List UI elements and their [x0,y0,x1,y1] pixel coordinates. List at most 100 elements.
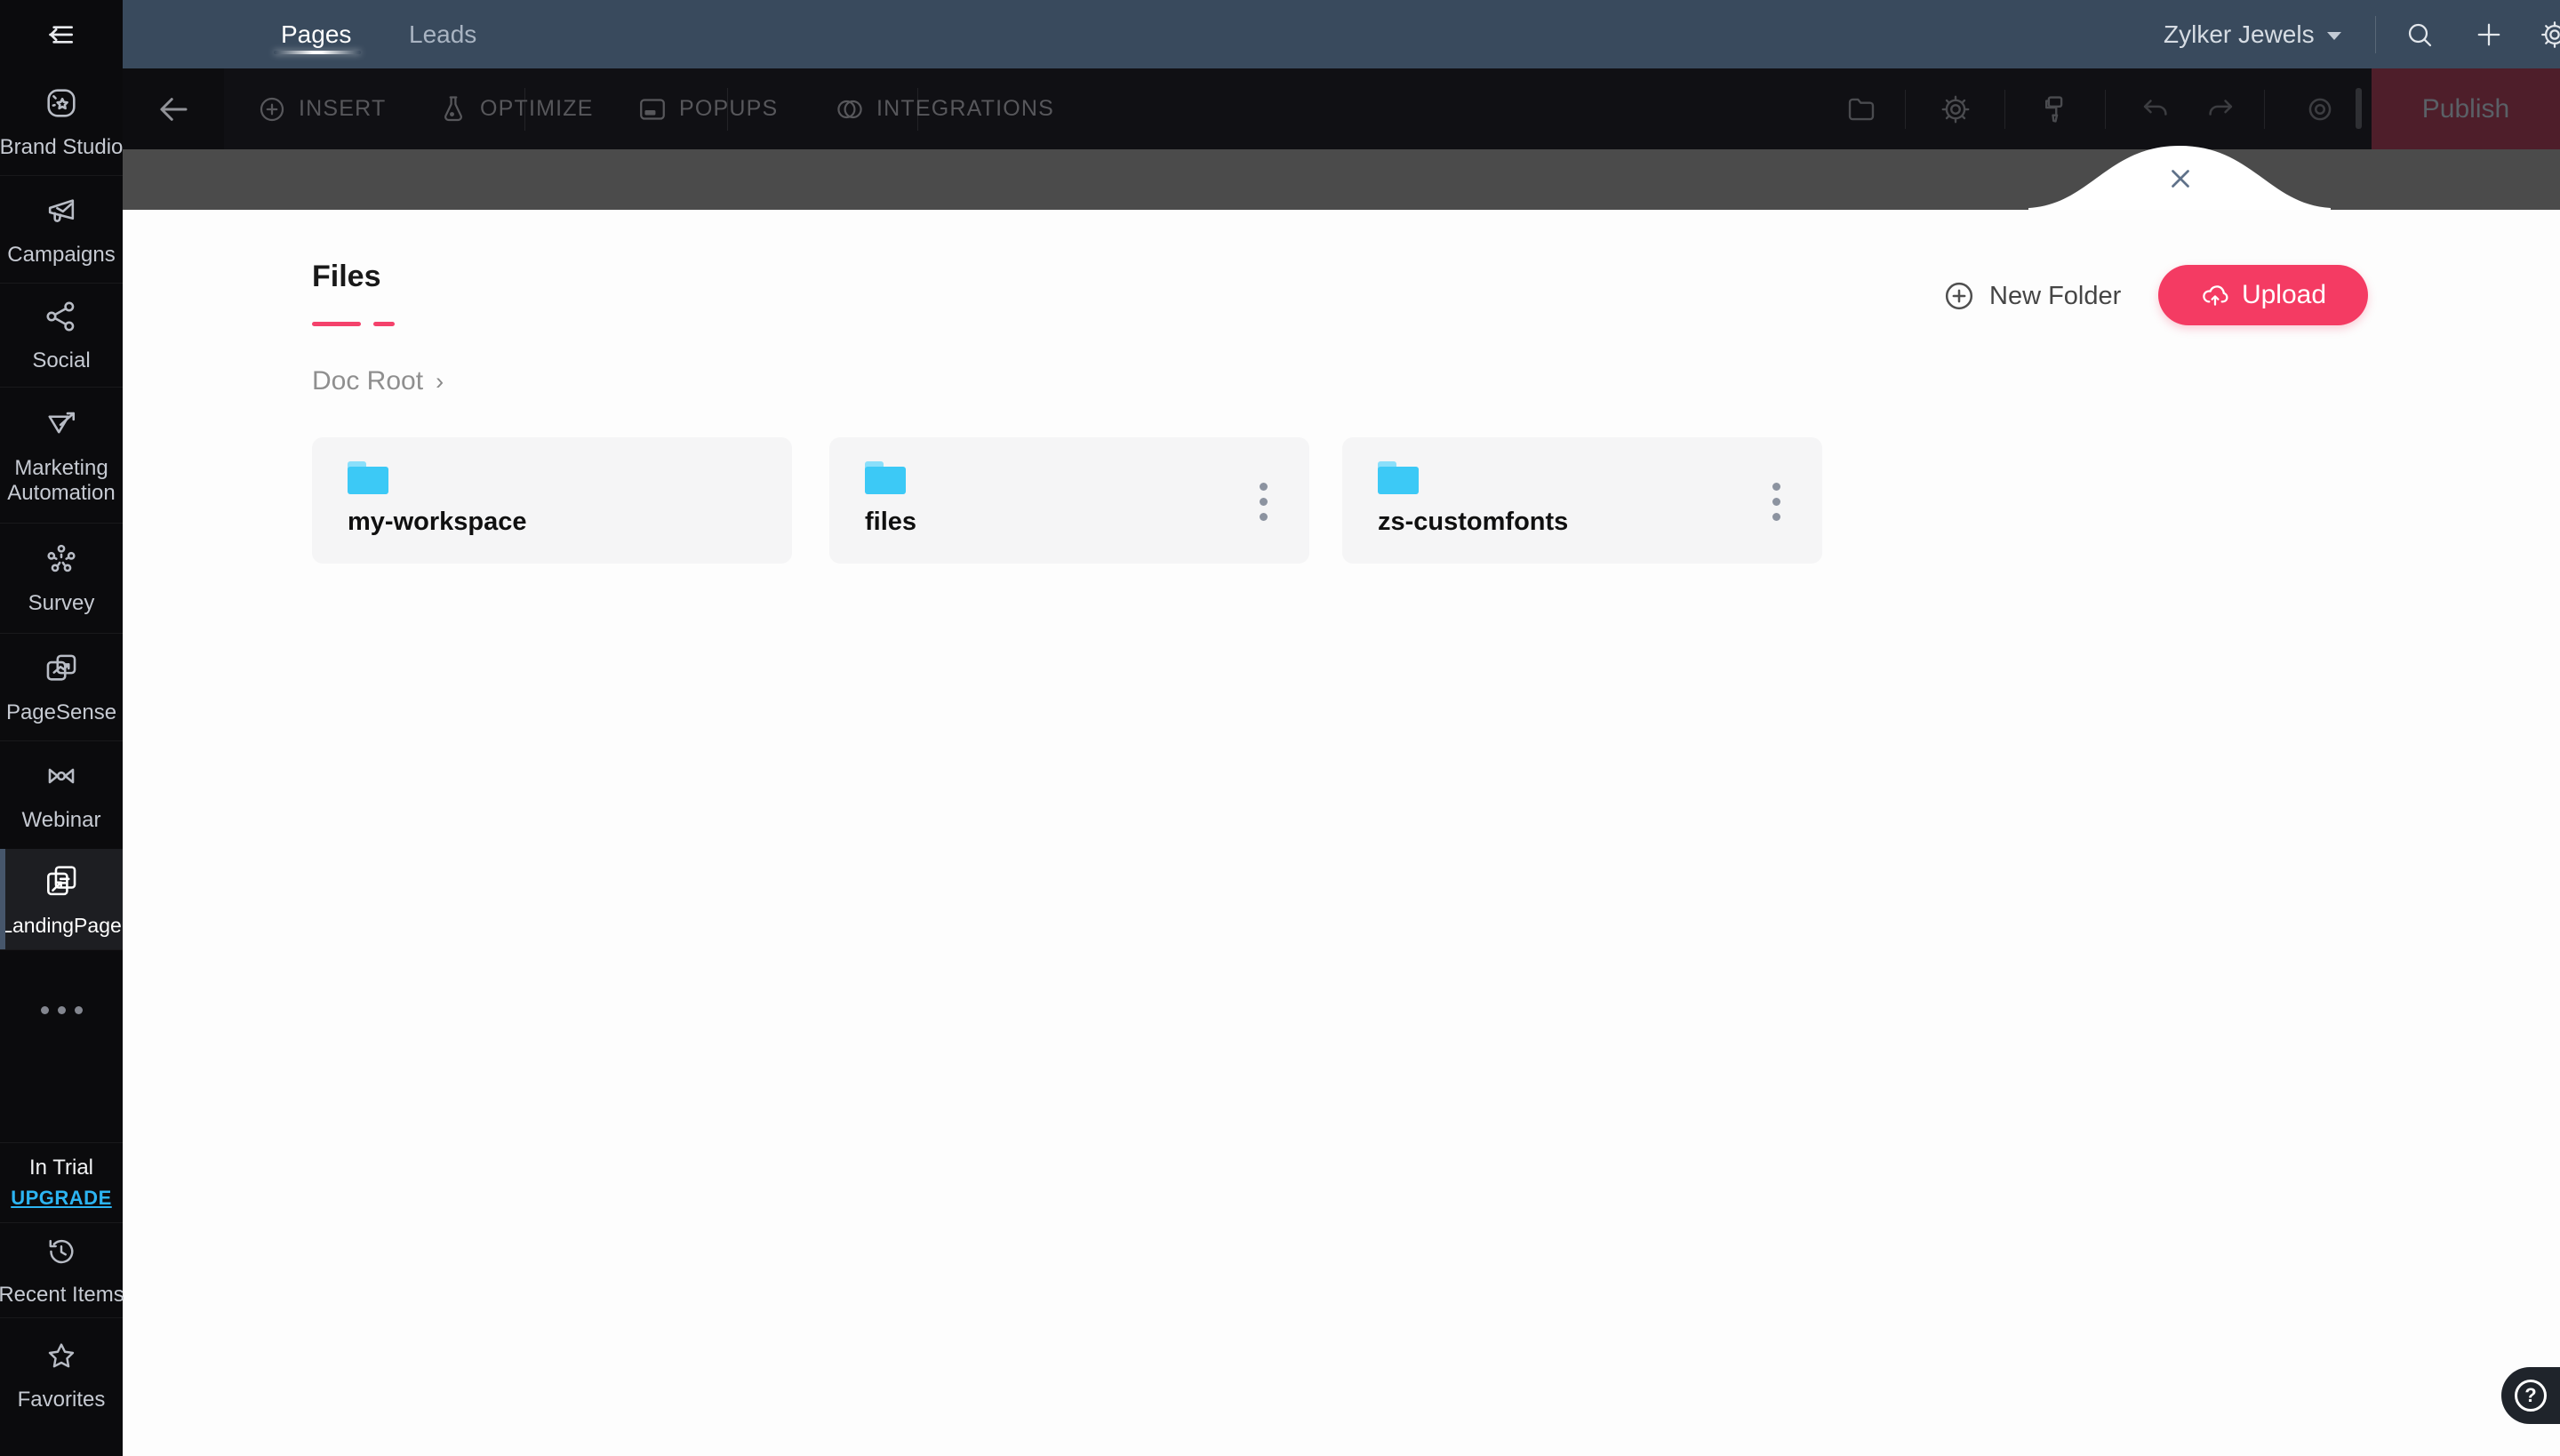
folder-menu-button[interactable] [1758,476,1794,526]
sidebar-item-survey[interactable]: Survey [0,523,123,633]
optimize-label: OPTIMIZE [480,96,594,121]
folder-icon [1848,98,1875,121]
integrations-label: INTEGRATIONS [876,96,1055,121]
popups-window-icon [640,98,665,120]
sidebar-item-recent-items[interactable]: Recent Items [0,1222,124,1317]
org-name: Zylker Jewels [2164,20,2315,48]
tab-leads-label: Leads [409,20,477,48]
new-folder-button[interactable]: New Folder [1941,278,2121,314]
theme-button[interactable] [2037,92,2073,127]
question-mark-icon: ? [2515,1380,2547,1412]
webinar-icon [42,756,81,800]
toolbar-divider [2004,90,2005,129]
sidebar-item-marketing-automation[interactable]: Marketing Automation [0,387,123,523]
folder-blue-icon [865,461,906,495]
upload-label: Upload [2241,280,2327,309]
trial-section: In Trial UPGRADE [0,1142,123,1222]
integrations-menu[interactable]: INTEGRATIONS [834,68,1054,149]
org-switcher[interactable]: Zylker Jewels [2164,0,2341,68]
social-share-icon [42,297,81,340]
toolbar-handle [2356,88,2362,129]
collapse-menu-icon[interactable] [0,0,123,68]
kebab-menu-icon [1259,482,1268,491]
page-title: Files [312,260,381,293]
topbar-divider [2375,16,2376,53]
redo-button[interactable] [2203,92,2238,127]
toolbar-divider [1905,90,1906,129]
star-icon [43,1338,80,1380]
popups-menu[interactable]: POPUPS [636,68,778,149]
upload-button[interactable]: Upload [2158,265,2368,325]
history-clock-icon [43,1233,80,1275]
optimize-flask-icon [444,95,462,121]
sidebar-item-label: Social [32,348,91,372]
more-dots-icon [40,1006,49,1014]
optimize-menu[interactable]: OPTIMIZE [437,68,594,149]
sidebar-item-social[interactable]: Social [0,283,123,387]
pages-folder-button[interactable] [1844,92,1879,127]
brand-studio-icon [42,84,81,127]
sidebar-item-favorites[interactable]: Favorites [0,1317,123,1433]
publish-label: Publish [2421,93,2510,124]
caret-down-icon [2326,32,2341,40]
active-tab-underline [274,51,361,54]
folder-blue-icon [348,461,388,495]
chevron-right-icon: › [436,367,444,395]
tab-leads[interactable]: Leads [409,0,476,68]
kebab-menu-icon [1772,482,1780,491]
undo-button[interactable] [2138,92,2173,127]
folder-menu-button[interactable] [1245,476,1281,526]
trial-status: In Trial [28,1155,94,1180]
sidebar-item-label: Webinar [21,808,101,832]
upgrade-link[interactable]: UPGRADE [11,1187,112,1210]
top-bar: Pages Leads Zylker Jewels [123,0,2560,68]
sidebar-item-webinar[interactable]: Webinar [0,740,123,849]
toolbar-divider [2105,90,2106,129]
kebab-menu-icon [1259,497,1268,506]
close-button[interactable] [2164,162,2197,196]
close-icon [2172,170,2189,188]
sidebar-item-label: Survey [28,591,95,615]
help-button[interactable]: ? [2501,1367,2560,1424]
title-accent-dash [373,322,395,326]
folder-name: my-workspace [348,508,527,536]
cloud-upload-icon [2203,285,2228,306]
search-icon[interactable] [2400,15,2439,54]
sidebar-item-label: Favorites [17,1388,106,1412]
insert-menu[interactable]: INSERT [256,68,386,149]
more-dots-icon [57,1006,66,1014]
back-button[interactable] [123,68,224,149]
settings-button[interactable] [1938,92,1973,127]
sidebar-item-landingpage[interactable]: LandingPage [0,849,123,949]
sidebar-item-label: LandingPage [1,913,122,937]
kebab-menu-icon [1259,512,1268,521]
folder-card[interactable]: my-workspace [312,437,792,564]
preview-button[interactable] [2302,92,2338,127]
tab-pages-label: Pages [281,20,352,48]
sidebar-item-label: Recent Items [0,1282,124,1307]
kebab-menu-icon [1772,512,1780,521]
landingpage-icon [42,861,81,905]
folder-card[interactable]: files [829,437,1309,564]
tab-pages[interactable]: Pages [281,0,351,68]
more-apps-button[interactable] [0,949,123,1142]
folder-name: files [865,508,917,536]
kebab-menu-icon [1772,497,1780,506]
active-item-indicator [0,849,5,949]
gear-icon[interactable] [2535,15,2560,54]
sidebar-item-brand-studio[interactable]: Brand Studio [0,68,123,175]
sidebar-item-pagesense[interactable]: PageSense [0,633,123,740]
publish-button[interactable]: Publish [2372,68,2560,149]
pagesense-icon [42,649,81,692]
folder-card[interactable]: zs-customfonts [1342,437,1822,564]
sidebar-item-campaigns[interactable]: Campaigns [0,175,123,283]
folder-blue-icon [1378,461,1419,495]
sidebar-item-label: Marketing Automation [7,455,116,505]
campaigns-megaphone-icon [42,191,81,235]
breadcrumb-root[interactable]: Doc Root [312,366,423,396]
add-icon[interactable] [2469,15,2508,54]
sidebar-item-label: PageSense [5,700,117,724]
sidebar-item-label: Campaigns [7,242,116,267]
more-dots-icon [74,1006,83,1014]
page-settings-gear-icon [1941,95,1970,124]
